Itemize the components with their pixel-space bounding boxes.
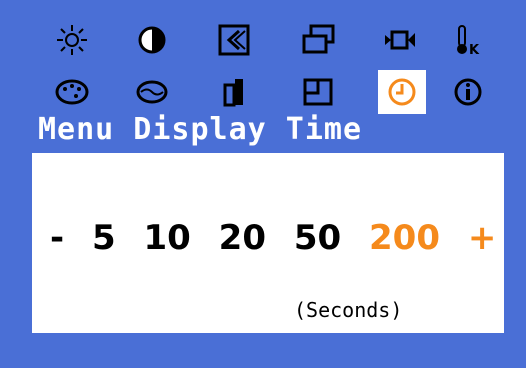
menu-title: Menu Display Time [38,112,363,147]
option-200-selected[interactable]: 200 [369,218,440,258]
window-icon[interactable] [294,70,342,114]
decrease-button[interactable]: - [50,218,64,258]
option-list: - 5 10 20 50 200 + [50,218,496,258]
size-icon[interactable] [294,18,342,62]
clock-icon[interactable] [378,70,426,114]
geometry-icon[interactable] [210,70,258,114]
option-20[interactable]: 20 [219,218,266,258]
option-50[interactable]: 50 [294,218,341,258]
contrast-icon[interactable] [128,18,176,62]
moire-icon[interactable] [128,70,176,114]
option-5[interactable]: 5 [92,218,116,258]
osd-menu: K Menu Display Time - 5 10 20 50 200 + (… [0,0,526,368]
brightness-icon[interactable] [48,18,96,62]
value-panel: - 5 10 20 50 200 + (Seconds) [32,153,504,333]
svg-text:K: K [469,43,480,57]
color-temperature-icon[interactable]: K [444,18,492,62]
units-label: (Seconds) [294,298,403,322]
increase-button[interactable]: + [468,218,497,258]
video-icon[interactable] [376,18,424,62]
position-icon[interactable] [210,18,258,62]
color-palette-icon[interactable] [48,70,96,114]
information-icon[interactable] [444,70,492,114]
option-10[interactable]: 10 [143,218,190,258]
